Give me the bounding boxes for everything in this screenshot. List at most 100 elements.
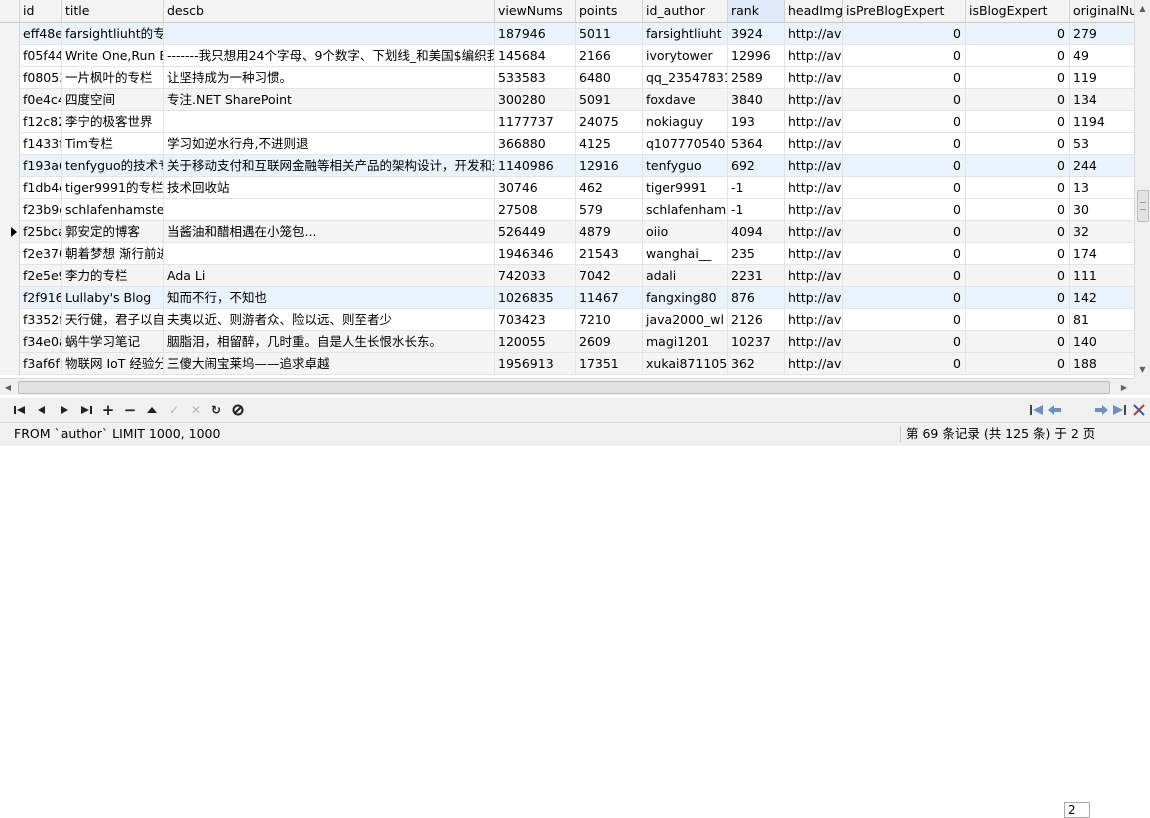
cell-isblogexpert[interactable]: 0 [966, 199, 1070, 220]
row-indicator[interactable] [0, 309, 20, 331]
cell-id-author[interactable]: nokiaguy [643, 111, 728, 132]
cell-points[interactable]: 21543 [576, 243, 643, 264]
cell-headimg[interactable]: http://ava [785, 45, 843, 66]
cell-rank[interactable]: 3840 [728, 89, 785, 110]
cell-headimg[interactable]: http://ava [785, 67, 843, 88]
cell-points[interactable]: 462 [576, 177, 643, 198]
cell-id-author[interactable]: ivorytower [643, 45, 728, 66]
cell-headimg[interactable]: http://ava [785, 133, 843, 154]
table-row[interactable]: f2f916 Lullaby's Blog 知而不行，不知也 1026835 11467… [0, 287, 1134, 309]
cell-points[interactable]: 7042 [576, 265, 643, 286]
cell-ispreblogexpert[interactable]: 0 [843, 309, 966, 330]
cell-viewnums[interactable]: 30746 [495, 177, 576, 198]
cell-points[interactable]: 4879 [576, 221, 643, 242]
cell-isblogexpert[interactable]: 0 [966, 309, 1070, 330]
cell-isblogexpert[interactable]: 0 [966, 353, 1070, 374]
cell-points[interactable]: 17351 [576, 353, 643, 374]
triangle-up-icon[interactable] [143, 401, 161, 419]
cell-originalnum[interactable]: 279 [1070, 23, 1134, 44]
cell-headimg[interactable]: http://ava [785, 89, 843, 110]
cell-points[interactable]: 5091 [576, 89, 643, 110]
cell-rank[interactable]: 235 [728, 243, 785, 264]
table-row[interactable]: f08053一片枫叶的专栏让坚持成为一种习惯。5335836480qq_2354… [0, 67, 1134, 89]
cell-originalnum[interactable]: 53 [1070, 133, 1134, 154]
stop-icon[interactable] [229, 401, 247, 419]
cell-viewnums[interactable]: 366880 [495, 133, 576, 154]
cell-title[interactable]: 物联网 IoT 经验分 [62, 353, 164, 374]
cell-headimg[interactable]: http://ava [785, 199, 843, 220]
cell-title[interactable]: Tim专栏 [62, 133, 164, 154]
table-row[interactable]: f2e370朝着梦想 渐行前进 194634621543wanghai__235h… [0, 243, 1134, 265]
cell-viewnums[interactable]: 1946346 [495, 243, 576, 264]
table-row[interactable]: f25bca 郭安定的博客 当酱油和醋相遇在小笼包... 526449 4879 oiio… [0, 221, 1134, 243]
cell-id-author[interactable]: oiio [643, 221, 728, 242]
cell-ispreblogexpert[interactable]: 0 [843, 67, 966, 88]
table-row[interactable]: f2e5e9李力的专栏Ada Li7420337042adali2231http… [0, 265, 1134, 287]
cell-points[interactable]: 12916 [576, 155, 643, 176]
cell-viewnums[interactable]: 120055 [495, 331, 576, 352]
cell-originalnum[interactable]: 244 [1070, 155, 1134, 176]
cell-id[interactable]: f05f44 [20, 45, 62, 66]
horizontal-scroll-thumb[interactable] [18, 381, 1110, 394]
cell-rank[interactable]: 2589 [728, 67, 785, 88]
cell-id[interactable]: f12c82 [20, 111, 62, 132]
refresh-icon[interactable]: ↻ [207, 401, 225, 419]
x-icon[interactable]: ✕ [187, 401, 205, 419]
cell-originalnum[interactable]: 30 [1070, 199, 1134, 220]
cell-id-author[interactable]: foxdave [643, 89, 728, 110]
cell-id-author[interactable]: schlafenhamst [643, 199, 728, 220]
cell-rank[interactable]: -1 [728, 177, 785, 198]
cell-descb[interactable]: 知而不行，不知也 [164, 287, 495, 308]
row-indicator[interactable] [0, 67, 20, 89]
row-indicator[interactable] [0, 243, 20, 265]
cell-rank[interactable]: 4094 [728, 221, 785, 242]
cell-viewnums[interactable]: 27508 [495, 199, 576, 220]
table-row[interactable]: f1433f Tim专栏 学习如逆水行舟,不进则退 366880 4125 q107770… [0, 133, 1134, 155]
col-header-headimg[interactable]: headImg [785, 0, 843, 22]
cell-isblogexpert[interactable]: 0 [966, 287, 1070, 308]
cell-originalnum[interactable]: 81 [1070, 309, 1134, 330]
cell-originalnum[interactable]: 142 [1070, 287, 1134, 308]
cell-id[interactable]: f2e5e9 [20, 265, 62, 286]
cell-id[interactable]: f08053 [20, 67, 62, 88]
cell-ispreblogexpert[interactable]: 0 [843, 265, 966, 286]
cell-viewnums[interactable]: 300280 [495, 89, 576, 110]
row-indicator[interactable] [0, 265, 20, 287]
vertical-scroll-thumb[interactable] [1137, 190, 1149, 222]
cell-rank[interactable]: 5364 [728, 133, 785, 154]
cell-id-author[interactable]: java2000_wl [643, 309, 728, 330]
first-page-icon[interactable] [1028, 401, 1046, 419]
cell-descb[interactable]: 学习如逆水行舟,不进则退 [164, 133, 495, 154]
cell-originalnum[interactable]: 1194 [1070, 111, 1134, 132]
cell-rank[interactable]: 12996 [728, 45, 785, 66]
cell-originalnum[interactable]: 188 [1070, 353, 1134, 374]
cell-title[interactable]: schlafenhamster的 [62, 199, 164, 220]
table-row[interactable]: f1db4c tiger9991的专栏 技术回收站 30746 462 tiger9991… [0, 177, 1134, 199]
cell-points[interactable]: 579 [576, 199, 643, 220]
table-row[interactable]: f05f44 Write One,Run Ev -------我只想用24个字母、9… [0, 45, 1134, 67]
cell-id[interactable]: f2f916 [20, 287, 62, 308]
cell-ispreblogexpert[interactable]: 0 [843, 243, 966, 264]
cell-originalnum[interactable]: 140 [1070, 331, 1134, 352]
cell-viewnums[interactable]: 1140986 [495, 155, 576, 176]
cell-id-author[interactable]: qq_23547831 [643, 67, 728, 88]
cell-id-author[interactable]: q107770540 [643, 133, 728, 154]
next-page-icon[interactable] [1092, 401, 1110, 419]
cell-isblogexpert[interactable]: 0 [966, 111, 1070, 132]
row-indicator[interactable] [0, 177, 20, 199]
cell-id[interactable]: f1db4c [20, 177, 62, 198]
cell-originalnum[interactable]: 13 [1070, 177, 1134, 198]
row-indicator[interactable] [0, 221, 20, 243]
cell-ispreblogexpert[interactable]: 0 [843, 287, 966, 308]
cell-originalnum[interactable]: 32 [1070, 221, 1134, 242]
cell-headimg[interactable]: http://ava [785, 23, 843, 44]
cell-descb[interactable] [164, 111, 495, 132]
row-indicator[interactable] [0, 199, 20, 221]
cell-headimg[interactable]: http://ava [785, 243, 843, 264]
row-indicator[interactable] [0, 353, 20, 375]
cell-descb[interactable] [164, 23, 495, 44]
cell-id[interactable]: f0e4c4 [20, 89, 62, 110]
scroll-down-icon[interactable]: ▼ [1135, 361, 1150, 378]
cell-title[interactable]: Lullaby's Blog [62, 287, 164, 308]
cell-viewnums[interactable]: 1177737 [495, 111, 576, 132]
